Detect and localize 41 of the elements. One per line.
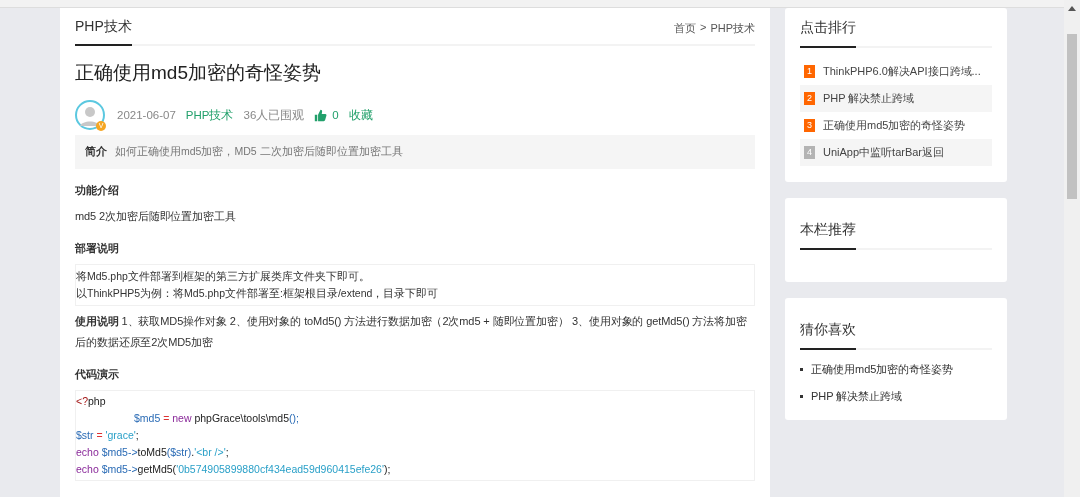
code-line: <?php xyxy=(76,394,107,409)
view-count: 36人已围观 xyxy=(243,107,305,123)
code-line: $str = 'grace'; xyxy=(76,428,140,443)
summary-text: 如何正确使用md5加密，MD5 二次加密后随即位置加密工具 xyxy=(115,145,403,159)
sidebar-title: 点击排行 xyxy=(800,19,856,48)
code-line: echo $md5->toMd5($str).'<br />'; xyxy=(76,445,230,460)
category-tab[interactable]: PHP技术 xyxy=(75,18,132,46)
breadcrumb-separator: > xyxy=(699,21,707,35)
summary-label: 简介 xyxy=(85,145,107,159)
scrollbar-thumb[interactable] xyxy=(1067,34,1077,199)
paragraph: md5 2次加密后随即位置加密工具 xyxy=(75,209,237,224)
rank-number: 4 xyxy=(804,146,815,159)
code-line: $md5 = new phpGrace\tools\md5(); xyxy=(133,411,300,426)
sidebar-title: 本栏推荐 xyxy=(800,221,856,250)
ranking-item[interactable]: 4 UniApp中监听tarBar返回 xyxy=(800,139,992,166)
article-link[interactable]: 正确使用md5加密的奇怪姿势 xyxy=(811,362,954,377)
bullet-icon xyxy=(800,368,803,371)
thumbs-up-icon[interactable] xyxy=(314,108,328,122)
post-date: 2021-06-07 xyxy=(117,109,176,121)
bullet-icon xyxy=(800,395,803,398)
section-heading: 代码演示 xyxy=(75,367,120,382)
note-line: 将Md5.php文件部署到框架的第三方扩展类库文件夹下即可。 xyxy=(76,269,371,284)
ranking-item[interactable]: 3 正确使用md5加密的奇怪姿势 xyxy=(800,112,992,139)
breadcrumb-link[interactable]: PHP技术 xyxy=(710,21,755,36)
section-heading: 功能介绍 xyxy=(75,183,120,198)
breadcrumb-link[interactable]: 首页 xyxy=(673,21,696,36)
paragraph: 使用说明 1、获取MD5操作对象 2、使用对象的 toMd5() 方法进行数据加密（2次md5 + 随即位置加密） 3、使用对象的 getMd5() 方法将加密后的数据还原至2次MD5加密 xyxy=(75,314,748,350)
article-title: 正确使用md5加密的奇怪姿势 xyxy=(75,61,322,85)
note-line: 以ThinkPHP5为例：将Md5.php文件部署至:框架根目录/extend，目录下即可 xyxy=(76,286,440,301)
ranking-item[interactable]: 1 ThinkPHP6.0解决API接口跨域... xyxy=(800,58,992,85)
rank-number: 3 xyxy=(804,119,815,132)
favorite-link[interactable]: 收藏 xyxy=(348,107,373,123)
article-link[interactable]: PHP 解决禁止跨域 xyxy=(811,389,903,404)
section-heading: 部署说明 xyxy=(75,241,120,256)
scroll-up-icon[interactable] xyxy=(1068,5,1076,11)
like-count: 0 xyxy=(332,109,339,121)
rank-number: 1 xyxy=(804,65,815,78)
code-line: echo $md5->getMd5('0b574905899880cf434ead59d960415efe26'); xyxy=(76,462,392,477)
rank-number: 2 xyxy=(804,92,815,105)
ranking-item[interactable]: 2 PHP 解决禁止跨域 xyxy=(800,85,992,112)
sidebar-title: 猜你喜欢 xyxy=(800,321,856,350)
